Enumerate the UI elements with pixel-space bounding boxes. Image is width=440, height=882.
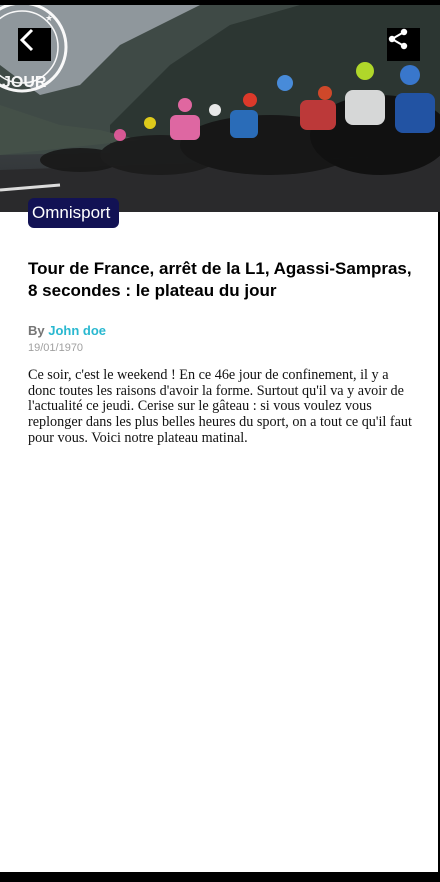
svg-text:JOUR: JOUR (2, 74, 47, 91)
share-button[interactable] (387, 28, 420, 61)
article-title: Tour de France, arrêt de la L1, Agassi-S… (28, 259, 412, 300)
article-body: Ce soir, c'est le weekend ! En ce 46e jo… (28, 367, 412, 446)
svg-text:★: ★ (45, 14, 53, 24)
share-icon (388, 28, 408, 50)
category-badge[interactable]: Omnisport (28, 198, 119, 228)
byline: By John doe (28, 323, 106, 338)
chevron-left-icon (19, 28, 34, 52)
back-button[interactable] (18, 28, 51, 61)
author-link[interactable]: John doe (48, 323, 106, 338)
publish-date: 19/01/1970 (28, 342, 84, 354)
navigation-bar (0, 872, 440, 882)
byline-prefix: By (28, 323, 45, 338)
hero-image: ★ JOUR (0, 5, 440, 212)
